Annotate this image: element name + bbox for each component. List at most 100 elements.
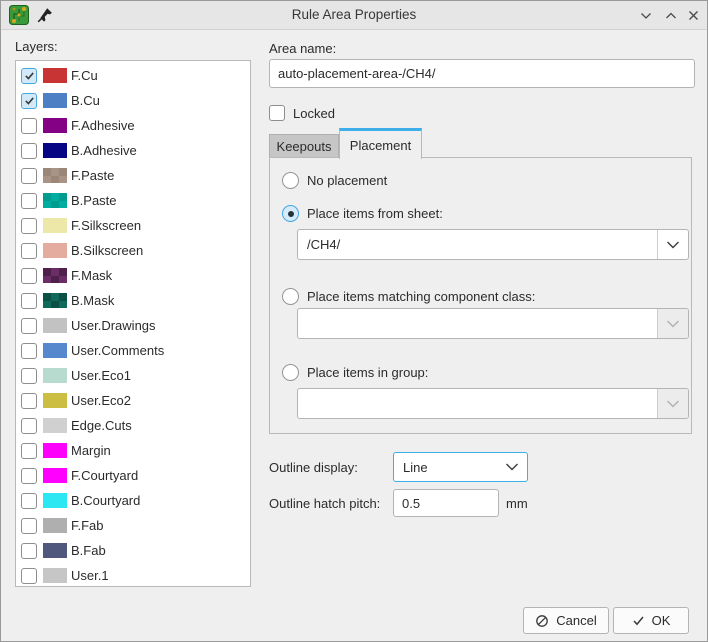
ok-button[interactable]: OK: [613, 607, 689, 634]
outline-display-label: Outline display:: [269, 460, 358, 475]
tab-keepouts[interactable]: Keepouts: [269, 134, 339, 158]
placement-radio[interactable]: [282, 364, 299, 381]
layer-checkbox[interactable]: [21, 93, 37, 109]
layer-row[interactable]: F.Paste: [16, 163, 250, 188]
layer-row[interactable]: User.Eco1: [16, 363, 250, 388]
maximize-button[interactable]: [662, 7, 679, 24]
layer-row[interactable]: User.Eco2: [16, 388, 250, 413]
layer-checkbox[interactable]: [21, 568, 37, 584]
option-component-class[interactable]: Place items matching component class:: [282, 288, 535, 305]
layer-row[interactable]: B.Paste: [16, 188, 250, 213]
layer-label: User.Comments: [71, 343, 164, 358]
tab-placement[interactable]: Placement: [339, 128, 422, 159]
layer-checkbox[interactable]: [21, 68, 37, 84]
layer-color-swatch: [43, 293, 67, 308]
layer-color-swatch: [43, 393, 67, 408]
option-label: Place items from sheet:: [307, 206, 443, 221]
checkmark-icon: [24, 95, 35, 106]
outline-hatch-input[interactable]: [393, 489, 499, 517]
layer-row[interactable]: B.Mask: [16, 288, 250, 313]
layer-color-swatch: [43, 543, 67, 558]
sheet-combo[interactable]: /CH4/: [297, 229, 689, 260]
layer-row[interactable]: User.Comments: [16, 338, 250, 363]
layer-row[interactable]: Margin: [16, 438, 250, 463]
locked-checkbox[interactable]: [269, 105, 285, 121]
layer-checkbox[interactable]: [21, 318, 37, 334]
placement-radio[interactable]: [282, 205, 299, 222]
component-class-combo[interactable]: [297, 308, 689, 339]
layer-row[interactable]: F.Adhesive: [16, 113, 250, 138]
layer-row[interactable]: User.Drawings: [16, 313, 250, 338]
layer-checkbox[interactable]: [21, 543, 37, 559]
layers-list[interactable]: F.Cu B.Cu F.Adhesive: [15, 60, 251, 587]
layer-row[interactable]: B.Silkscreen: [16, 238, 250, 263]
layer-row[interactable]: F.Mask: [16, 263, 250, 288]
outline-display-select[interactable]: Line: [393, 452, 528, 482]
cancel-button[interactable]: Cancel: [523, 607, 609, 634]
layer-color-swatch: [43, 118, 67, 133]
layer-label: F.Courtyard: [71, 468, 138, 483]
layer-label: B.Paste: [71, 193, 117, 208]
outline-hatch-units: mm: [506, 496, 528, 511]
option-from-sheet[interactable]: Place items from sheet:: [282, 205, 443, 222]
layer-label: F.Paste: [71, 168, 114, 183]
layer-row[interactable]: B.Adhesive: [16, 138, 250, 163]
chevron-down-icon[interactable]: [657, 230, 688, 259]
layer-color-swatch: [43, 318, 67, 333]
layer-row[interactable]: F.Cu: [16, 63, 250, 88]
layer-checkbox[interactable]: [21, 143, 37, 159]
layer-label: User.Eco2: [71, 393, 131, 408]
layer-color-swatch: [43, 93, 67, 108]
layer-checkbox[interactable]: [21, 468, 37, 484]
layer-row[interactable]: B.Fab: [16, 538, 250, 563]
close-button[interactable]: [685, 7, 702, 24]
layer-checkbox[interactable]: [21, 443, 37, 459]
layer-color-swatch: [43, 268, 67, 283]
minimize-button[interactable]: [637, 7, 654, 24]
layer-checkbox[interactable]: [21, 243, 37, 259]
option-no-placement[interactable]: No placement: [282, 172, 387, 189]
layer-checkbox[interactable]: [21, 293, 37, 309]
option-in-group[interactable]: Place items in group:: [282, 364, 428, 381]
layer-checkbox[interactable]: [21, 393, 37, 409]
layer-checkbox[interactable]: [21, 518, 37, 534]
layer-checkbox[interactable]: [21, 193, 37, 209]
placement-radio[interactable]: [282, 172, 299, 189]
layer-checkbox[interactable]: [21, 168, 37, 184]
chevron-down-icon[interactable]: [497, 453, 527, 481]
rule-area-properties-dialog: Rule Area Properties Layers:: [0, 0, 708, 642]
layer-color-swatch: [43, 468, 67, 483]
layer-label: B.Cu: [71, 93, 100, 108]
layer-label: F.Adhesive: [71, 118, 135, 133]
option-label: Place items matching component class:: [307, 289, 535, 304]
locked-checkbox-row[interactable]: Locked: [269, 105, 335, 121]
layer-checkbox[interactable]: [21, 218, 37, 234]
group-combo[interactable]: [297, 388, 689, 419]
layer-row[interactable]: F.Courtyard: [16, 463, 250, 488]
layer-color-swatch: [43, 168, 67, 183]
option-label: Place items in group:: [307, 365, 428, 380]
tab-keepouts-label: Keepouts: [277, 139, 332, 154]
layer-row[interactable]: F.Fab: [16, 513, 250, 538]
layer-row[interactable]: B.Cu: [16, 88, 250, 113]
layer-checkbox[interactable]: [21, 118, 37, 134]
layer-checkbox[interactable]: [21, 368, 37, 384]
area-name-input[interactable]: [269, 59, 695, 88]
layer-checkbox[interactable]: [21, 493, 37, 509]
placement-radio[interactable]: [282, 288, 299, 305]
layer-checkbox[interactable]: [21, 343, 37, 359]
layer-checkbox[interactable]: [21, 418, 37, 434]
layer-row[interactable]: Edge.Cuts: [16, 413, 250, 438]
checkmark-icon: [24, 70, 35, 81]
window-title: Rule Area Properties: [1, 1, 707, 29]
layer-label: User.1: [71, 568, 109, 583]
layer-row[interactable]: F.Silkscreen: [16, 213, 250, 238]
layer-row[interactable]: User.1: [16, 563, 250, 587]
ok-label: OK: [652, 613, 671, 628]
layer-checkbox[interactable]: [21, 268, 37, 284]
layer-label: F.Cu: [71, 68, 98, 83]
layer-color-swatch: [43, 493, 67, 508]
layer-row[interactable]: B.Courtyard: [16, 488, 250, 513]
layer-label: B.Mask: [71, 293, 114, 308]
ok-icon: [632, 614, 645, 627]
